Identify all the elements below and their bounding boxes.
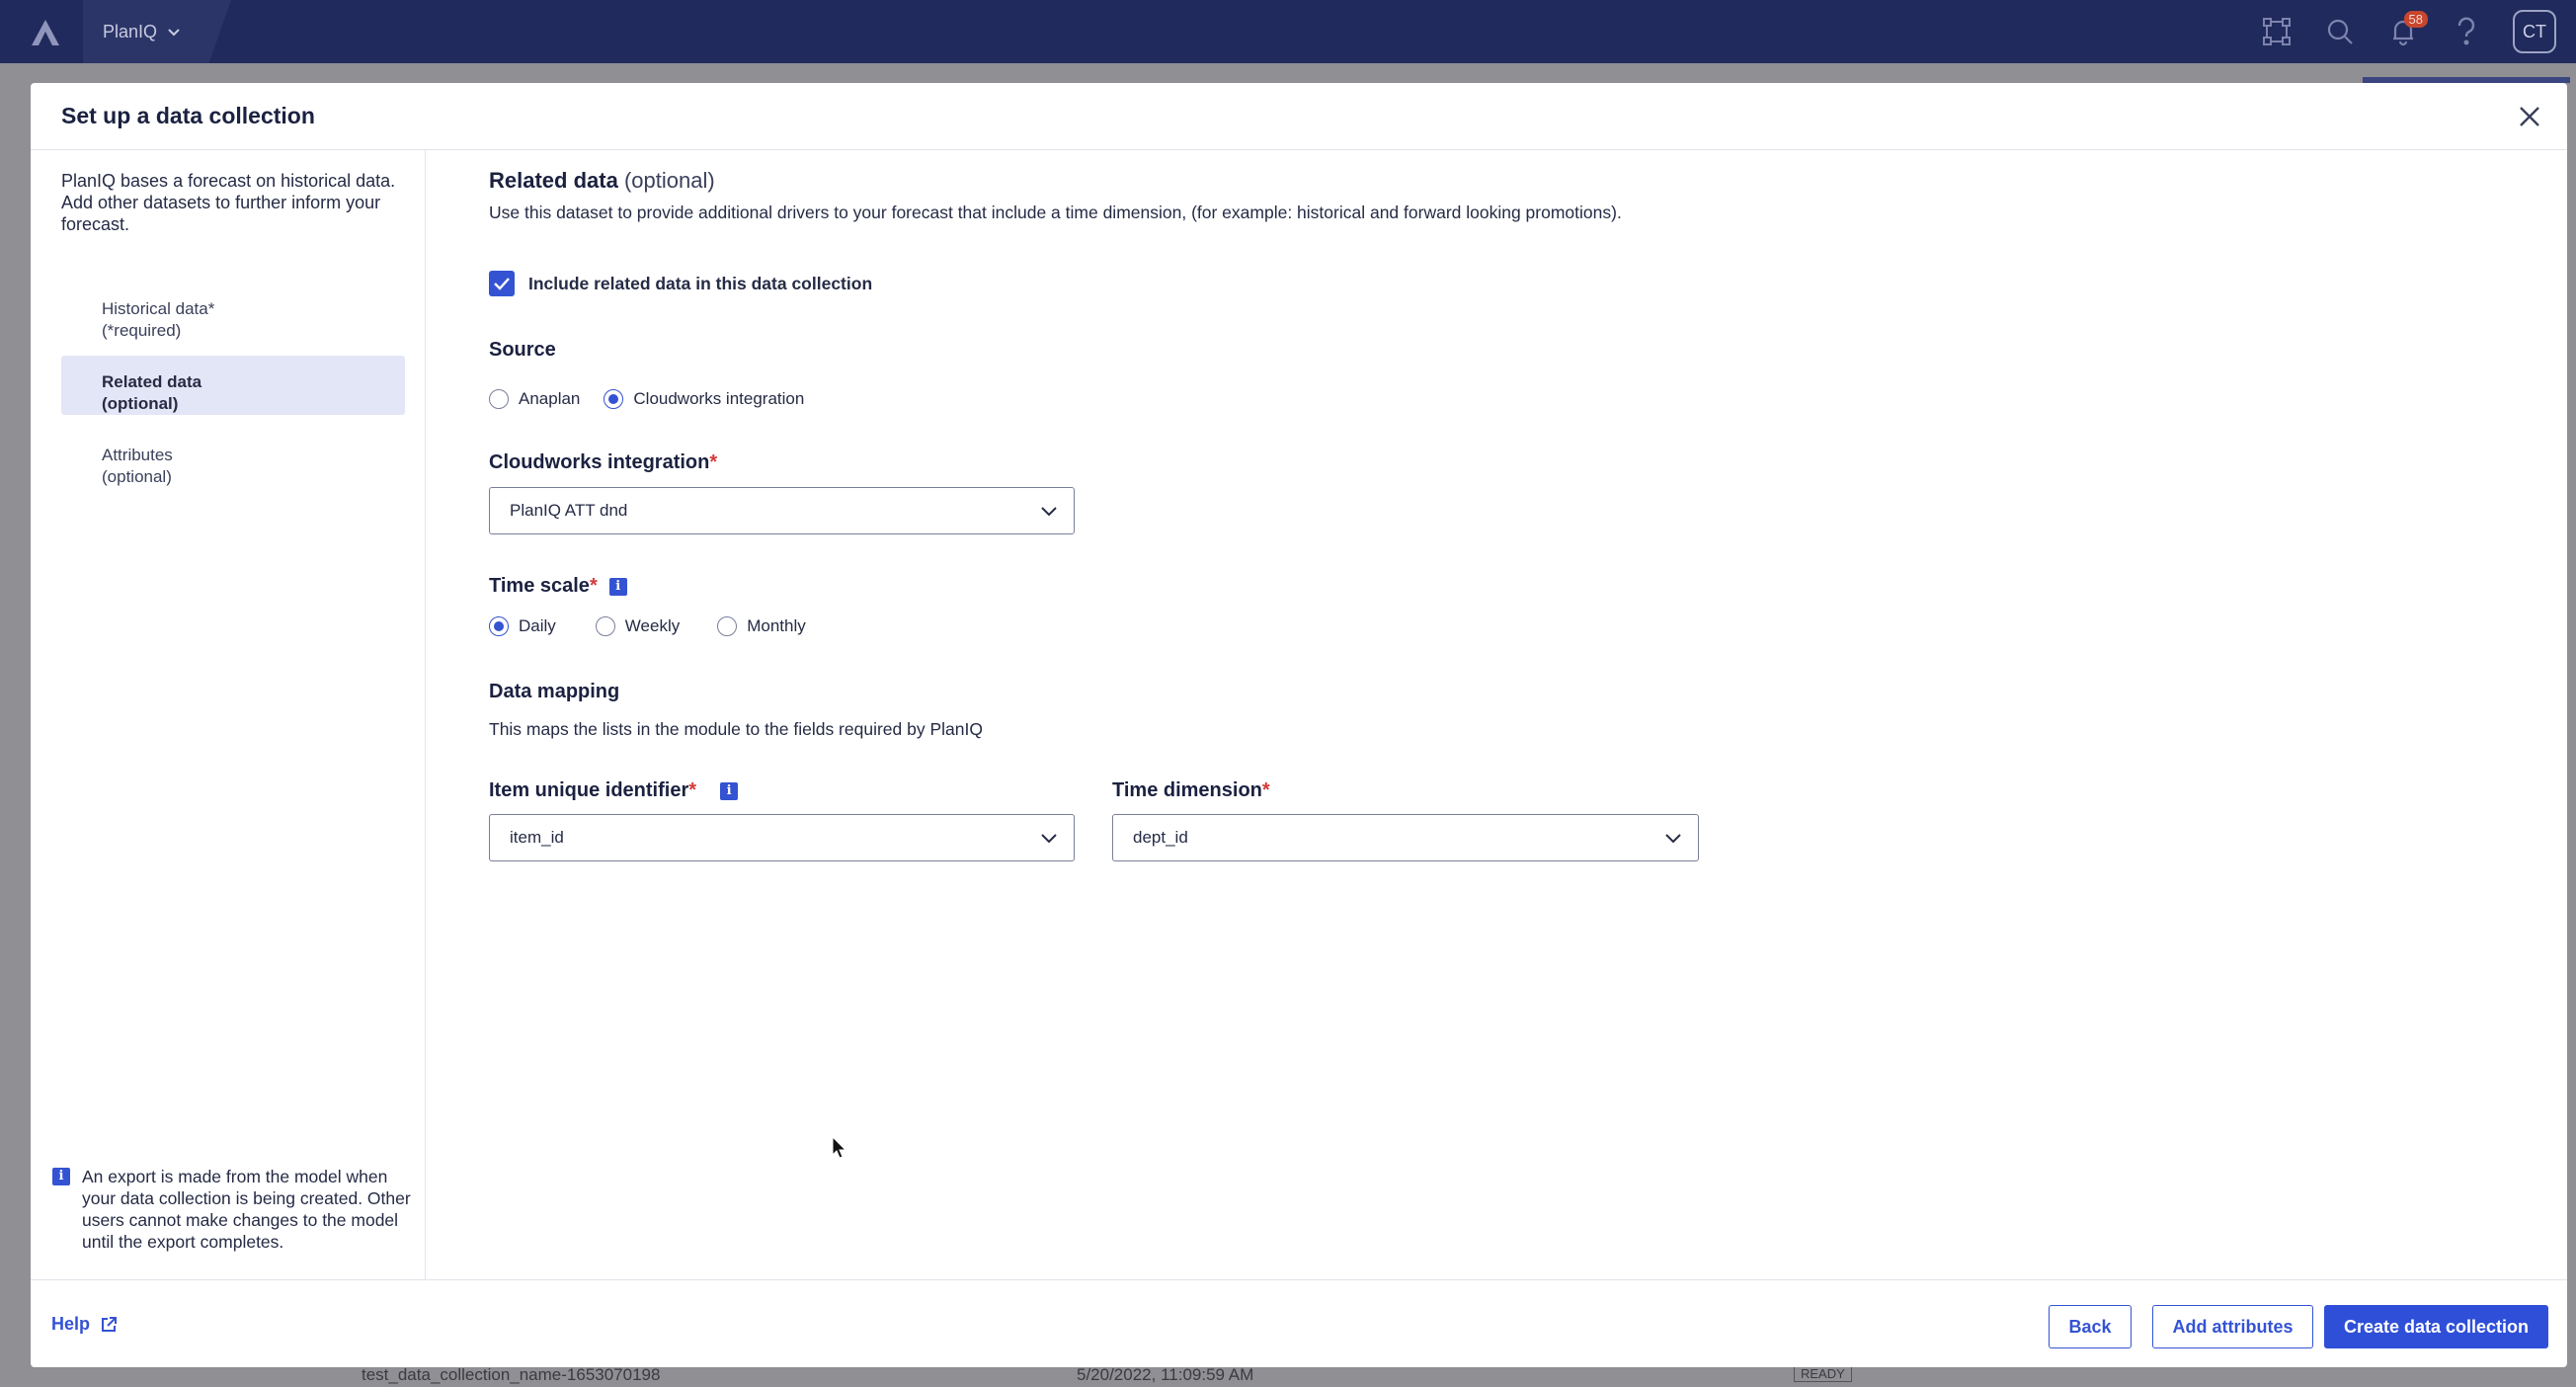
notification-badge: 58: [2403, 11, 2428, 28]
checkmark-icon: [494, 278, 510, 290]
info-icon: i: [52, 1168, 70, 1185]
related-data-form: Related data (optional) Use this dataset…: [489, 150, 2514, 1279]
chevron-down-icon: [1040, 503, 1058, 523]
time-dimension-select[interactable]: dept_id: [1112, 814, 1699, 861]
radio-label: Anaplan: [519, 389, 581, 408]
step-sublabel: (optional): [102, 467, 172, 486]
chevron-down-icon: [1664, 830, 1682, 850]
time-dimension-label: Time dimension*: [1112, 779, 1270, 801]
sidebar-step-attributes[interactable]: Attributes (optional): [61, 429, 405, 488]
background-row-date: 5/20/2022, 11:09:59 AM: [1077, 1365, 1254, 1384]
time-scale-radio-group: Daily Weekly Monthly: [489, 616, 830, 636]
mouse-cursor-icon: [832, 1135, 847, 1160]
chevron-down-icon: [167, 22, 181, 42]
time-scale-label: Time scale * i: [489, 575, 627, 598]
step-label: Historical data*: [102, 299, 215, 318]
help-link[interactable]: Help: [51, 1314, 118, 1335]
add-attributes-button[interactable]: Add attributes: [2152, 1305, 2313, 1348]
source-option-cloudworks[interactable]: Cloudworks integration: [604, 389, 804, 409]
close-icon[interactable]: [2514, 101, 2545, 132]
modal-title: Set up a data collection: [61, 103, 315, 128]
source-radio-group: Anaplan Cloudworks integration: [489, 389, 828, 409]
section-title-text: Related data: [489, 168, 618, 193]
required-mark: *: [688, 779, 697, 801]
step-sublabel: (optional): [102, 394, 179, 413]
select-value: item_id: [510, 828, 564, 847]
time-scale-info-icon[interactable]: i: [608, 577, 627, 596]
anaplan-logo-icon[interactable]: [26, 14, 65, 49]
radio-button[interactable]: [489, 389, 509, 409]
select-value: PlanIQ ATT dnd: [510, 501, 628, 520]
help-question-icon[interactable]: [2450, 15, 2483, 48]
time-scale-option-monthly[interactable]: Monthly: [717, 616, 806, 636]
radio-button[interactable]: [717, 616, 738, 636]
workflow-icon[interactable]: [2260, 15, 2294, 48]
cloudworks-integration-label: Cloudworks integration*: [489, 451, 718, 473]
search-icon[interactable]: [2323, 15, 2357, 48]
source-option-anaplan[interactable]: Anaplan: [489, 389, 580, 409]
top-nav-bar: PlanIQ 58 CT: [0, 0, 2576, 63]
export-info-text: An export is made from the model when yo…: [82, 1167, 411, 1252]
step-label: Attributes: [102, 446, 173, 464]
export-info-note: i An export is made from the model when …: [52, 1166, 418, 1253]
section-title: Related data (optional): [489, 168, 715, 194]
section-title-optional: (optional): [623, 168, 715, 193]
include-related-data-label[interactable]: Include related data in this data collec…: [528, 274, 872, 294]
sidebar-step-related-data[interactable]: Related data (optional): [61, 356, 405, 415]
data-mapping-label: Data mapping: [489, 681, 620, 702]
required-mark: *: [709, 451, 718, 473]
radio-label: Daily: [519, 616, 556, 635]
time-scale-option-daily[interactable]: Daily: [489, 616, 556, 636]
modal-header: Set up a data collection: [31, 83, 2567, 150]
required-mark: *: [1261, 779, 1270, 801]
user-avatar[interactable]: CT: [2513, 10, 2556, 53]
time-scale-option-weekly[interactable]: Weekly: [595, 616, 681, 636]
chevron-down-icon: [1040, 830, 1058, 850]
source-label: Source: [489, 339, 556, 361]
radio-label: Cloudworks integration: [633, 389, 805, 408]
sidebar-step-historical-data[interactable]: Historical data* (*required): [61, 283, 405, 342]
background-row-status: READY: [1794, 1365, 1852, 1382]
radio-button-selected[interactable]: [604, 389, 624, 409]
app-name: PlanIQ: [103, 21, 158, 41]
notifications-bell-icon[interactable]: 58: [2386, 11, 2428, 48]
item-identifier-info-icon[interactable]: i: [720, 781, 739, 800]
section-description: Use this dataset to provide additional d…: [489, 203, 1622, 222]
step-sublabel: (*required): [102, 321, 182, 340]
steps-sidebar: PlanIQ bases a forecast on historical da…: [31, 150, 426, 1279]
modal-footer: Help Back Add attributes Create data col…: [31, 1279, 2567, 1367]
data-mapping-description: This maps the lists in the module to the…: [489, 719, 983, 739]
item-identifier-select[interactable]: item_id: [489, 814, 1075, 861]
radio-button[interactable]: [595, 616, 615, 636]
back-button[interactable]: Back: [2049, 1305, 2132, 1348]
item-identifier-label: Item unique identifier * i: [489, 779, 739, 802]
include-related-data-checkbox[interactable]: [489, 271, 515, 296]
radio-label: Monthly: [747, 616, 806, 635]
setup-data-collection-modal: Set up a data collection PlanIQ bases a …: [31, 83, 2567, 1367]
external-link-icon: [102, 1316, 118, 1332]
app-switcher[interactable]: PlanIQ: [83, 0, 231, 63]
required-mark: *: [589, 575, 598, 597]
background-row-name: test_data_collection_name-1653070198: [362, 1365, 661, 1384]
radio-label: Weekly: [624, 616, 681, 635]
background-list-row: test_data_collection_name-1653070198 5/2…: [10, 1365, 2576, 1387]
help-link-text: Help: [51, 1314, 91, 1334]
select-value: dept_id: [1133, 828, 1188, 847]
radio-button-selected[interactable]: [489, 616, 509, 636]
sidebar-intro: PlanIQ bases a forecast on historical da…: [61, 171, 396, 234]
create-data-collection-button[interactable]: Create data collection: [2324, 1305, 2548, 1348]
cloudworks-integration-select[interactable]: PlanIQ ATT dnd: [489, 487, 1075, 534]
step-label: Related data: [102, 372, 202, 391]
